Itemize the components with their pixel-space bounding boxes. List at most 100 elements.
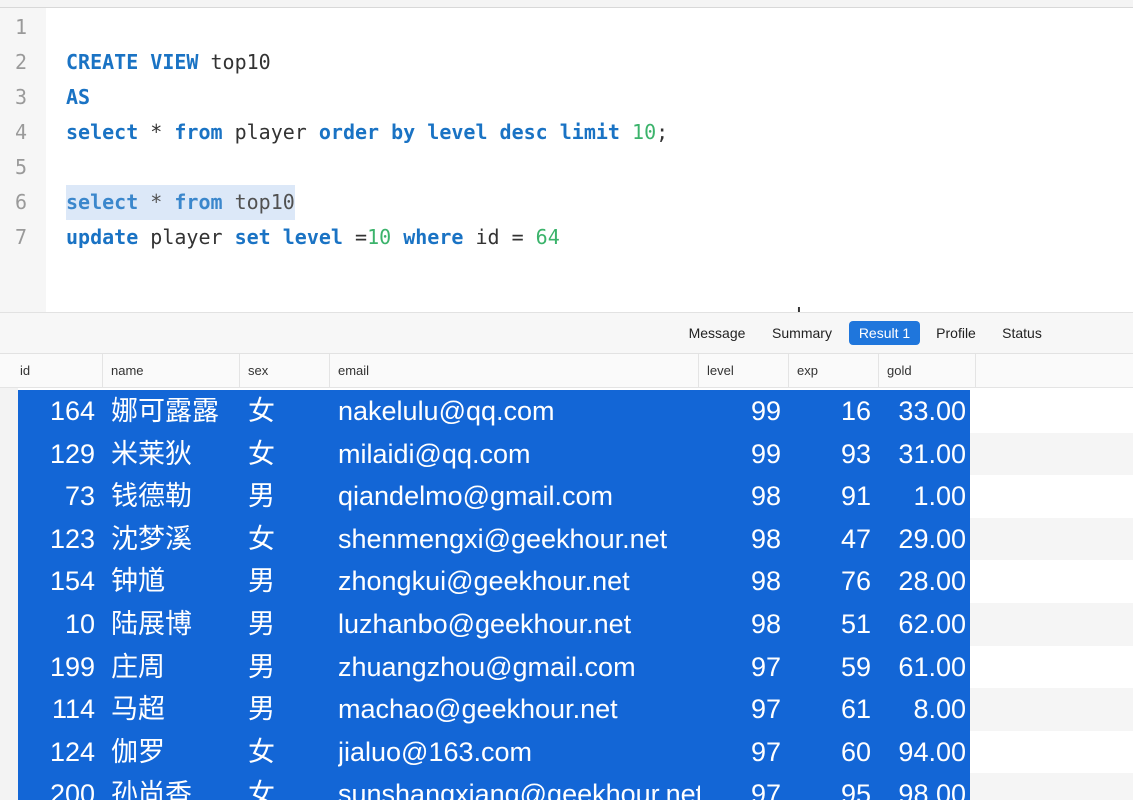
cell-level[interactable]: 97 <box>708 773 781 800</box>
cell-id[interactable]: 114 <box>18 688 95 731</box>
cell-name[interactable]: 庄周 <box>111 646 241 689</box>
cell-id[interactable]: 200 <box>18 773 95 800</box>
cell-name[interactable]: 钱德勒 <box>111 475 241 518</box>
cell-email[interactable]: milaidi@qq.com <box>338 433 700 476</box>
result-grid[interactable]: id name sex email level exp gold 164 娜可露露女 nakel… <box>0 354 1133 800</box>
cell-exp[interactable]: 60 <box>798 731 871 774</box>
cell-email[interactable]: zhongkui@geekhour.net <box>338 560 700 603</box>
cell-exp[interactable]: 93 <box>798 433 871 476</box>
cell-gold[interactable]: 29.00 <box>880 518 966 561</box>
cell-id[interactable]: 129 <box>18 433 95 476</box>
cell-gold[interactable]: 61.00 <box>880 646 966 689</box>
table-row[interactable]: 124 伽罗女 jialuo@163.com 97 60 94.00 <box>18 731 970 774</box>
cell-level[interactable]: 98 <box>708 475 781 518</box>
cell-sex[interactable]: 男 <box>248 560 308 603</box>
cell-id[interactable]: 164 <box>18 390 95 433</box>
cell-exp[interactable]: 61 <box>798 688 871 731</box>
cell-sex[interactable]: 女 <box>248 433 308 476</box>
cell-sex[interactable]: 男 <box>248 603 308 646</box>
cell-name[interactable]: 沈梦溪 <box>111 518 241 561</box>
cell-sex[interactable]: 女 <box>248 773 308 800</box>
cell-name[interactable]: 马超 <box>111 688 241 731</box>
selected-rows-area[interactable]: 164 娜可露露女 nakelulu@qq.com 99 16 33.00 129 米莱狄女 m… <box>18 390 970 800</box>
cell-sex[interactable]: 男 <box>248 475 308 518</box>
table-row[interactable]: 199 庄周男 zhuangzhou@gmail.com 97 59 61.00 <box>18 646 970 689</box>
cell-level[interactable]: 99 <box>708 390 781 433</box>
cell-email[interactable]: shenmengxi@geekhour.net <box>338 518 700 561</box>
cell-gold[interactable]: 31.00 <box>880 433 966 476</box>
tab-profile[interactable]: Profile <box>928 321 984 345</box>
cell-name[interactable]: 陆展博 <box>111 603 241 646</box>
column-header-level[interactable]: level <box>699 354 789 388</box>
cell-email[interactable]: sunshangxiang@geekhour.net <box>338 773 700 800</box>
cell-email[interactable]: nakelulu@qq.com <box>338 390 700 433</box>
cell-exp[interactable]: 76 <box>798 560 871 603</box>
cell-name[interactable]: 孙尚香 <box>111 773 241 800</box>
cell-id[interactable]: 123 <box>18 518 95 561</box>
column-header-email[interactable]: email <box>330 354 699 388</box>
cell-email[interactable]: machao@geekhour.net <box>338 688 700 731</box>
cell-id[interactable]: 73 <box>18 475 95 518</box>
cell-name[interactable]: 娜可露露 <box>111 390 241 433</box>
cell-exp[interactable]: 47 <box>798 518 871 561</box>
cell-level[interactable]: 98 <box>708 560 781 603</box>
table-row[interactable]: 154 钟馗男 zhongkui@geekhour.net 98 76 28.00 <box>18 560 970 603</box>
cell-sex[interactable]: 女 <box>248 390 308 433</box>
cell-sex[interactable]: 男 <box>248 688 308 731</box>
cell-sex[interactable]: 女 <box>248 518 308 561</box>
column-header-exp[interactable]: exp <box>789 354 879 388</box>
cell-exp[interactable]: 95 <box>798 773 871 800</box>
cell-name[interactable]: 米莱狄 <box>111 433 241 476</box>
cell-gold[interactable]: 98.00 <box>880 773 966 800</box>
table-row[interactable]: 114 马超男 machao@geekhour.net 97 61 8.00 <box>18 688 970 731</box>
cell-email[interactable]: qiandelmo@gmail.com <box>338 475 700 518</box>
cell-level[interactable]: 99 <box>708 433 781 476</box>
tab-summary[interactable]: Summary <box>764 321 840 345</box>
code-line[interactable]: 7 update player set level =10 where id = … <box>0 220 1133 255</box>
cell-exp[interactable]: 91 <box>798 475 871 518</box>
cell-sex[interactable]: 男 <box>248 646 308 689</box>
cell-sex[interactable]: 女 <box>248 731 308 774</box>
code-line[interactable]: 1 <box>0 10 1133 45</box>
table-row[interactable]: 164 娜可露露女 nakelulu@qq.com 99 16 33.00 <box>18 390 970 433</box>
tab-result-1[interactable]: Result 1 <box>849 321 920 345</box>
code-line[interactable]: 4 select * from player order by level des… <box>0 115 1133 150</box>
cell-gold[interactable]: 94.00 <box>880 731 966 774</box>
column-header-name[interactable]: name <box>103 354 240 388</box>
cell-name[interactable]: 钟馗 <box>111 560 241 603</box>
tab-message[interactable]: Message <box>680 321 754 345</box>
column-header-sex[interactable]: sex <box>240 354 330 388</box>
table-row[interactable]: 123 沈梦溪女 shenmengxi@geekhour.net 98 47 29.00 <box>18 518 970 561</box>
cell-level[interactable]: 98 <box>708 518 781 561</box>
cell-gold[interactable]: 33.00 <box>880 390 966 433</box>
sql-editor[interactable]: 1 2 CREATE VIEW top10 3 AS 4 select * from pla… <box>0 8 1133 326</box>
cell-exp[interactable]: 51 <box>798 603 871 646</box>
column-header-id[interactable]: id <box>12 354 103 388</box>
table-row[interactable]: 10 陆展博男 luzhanbo@geekhour.net 98 51 62.00 <box>18 603 970 646</box>
cell-level[interactable]: 97 <box>708 731 781 774</box>
cell-gold[interactable]: 62.00 <box>880 603 966 646</box>
cell-name[interactable]: 伽罗 <box>111 731 241 774</box>
cell-email[interactable]: luzhanbo@geekhour.net <box>338 603 700 646</box>
cell-email[interactable]: jialuo@163.com <box>338 731 700 774</box>
cell-id[interactable]: 154 <box>18 560 95 603</box>
cell-id[interactable]: 10 <box>18 603 95 646</box>
code-line[interactable]: 3 AS <box>0 80 1133 115</box>
cell-gold[interactable]: 8.00 <box>880 688 966 731</box>
cell-exp[interactable]: 59 <box>798 646 871 689</box>
cell-gold[interactable]: 28.00 <box>880 560 966 603</box>
cell-id[interactable]: 199 <box>18 646 95 689</box>
code-line[interactable]: 5 <box>0 150 1133 185</box>
tab-status[interactable]: Status <box>993 321 1051 345</box>
cell-id[interactable]: 124 <box>18 731 95 774</box>
cell-gold[interactable]: 1.00 <box>880 475 966 518</box>
cell-level[interactable]: 97 <box>708 646 781 689</box>
cell-level[interactable]: 98 <box>708 603 781 646</box>
table-row[interactable]: 129 米莱狄女 milaidi@qq.com 99 93 31.00 <box>18 433 970 476</box>
cell-exp[interactable]: 16 <box>798 390 871 433</box>
code-line[interactable]: 6 select * from top10 <box>0 185 1133 220</box>
table-row[interactable]: 73 钱德勒男 qiandelmo@gmail.com 98 91 1.00 <box>18 475 970 518</box>
table-row[interactable]: 200 孙尚香女 sunshangxiang@geekhour.net 97 95 98.… <box>18 773 970 800</box>
cell-level[interactable]: 97 <box>708 688 781 731</box>
cell-email[interactable]: zhuangzhou@gmail.com <box>338 646 700 689</box>
